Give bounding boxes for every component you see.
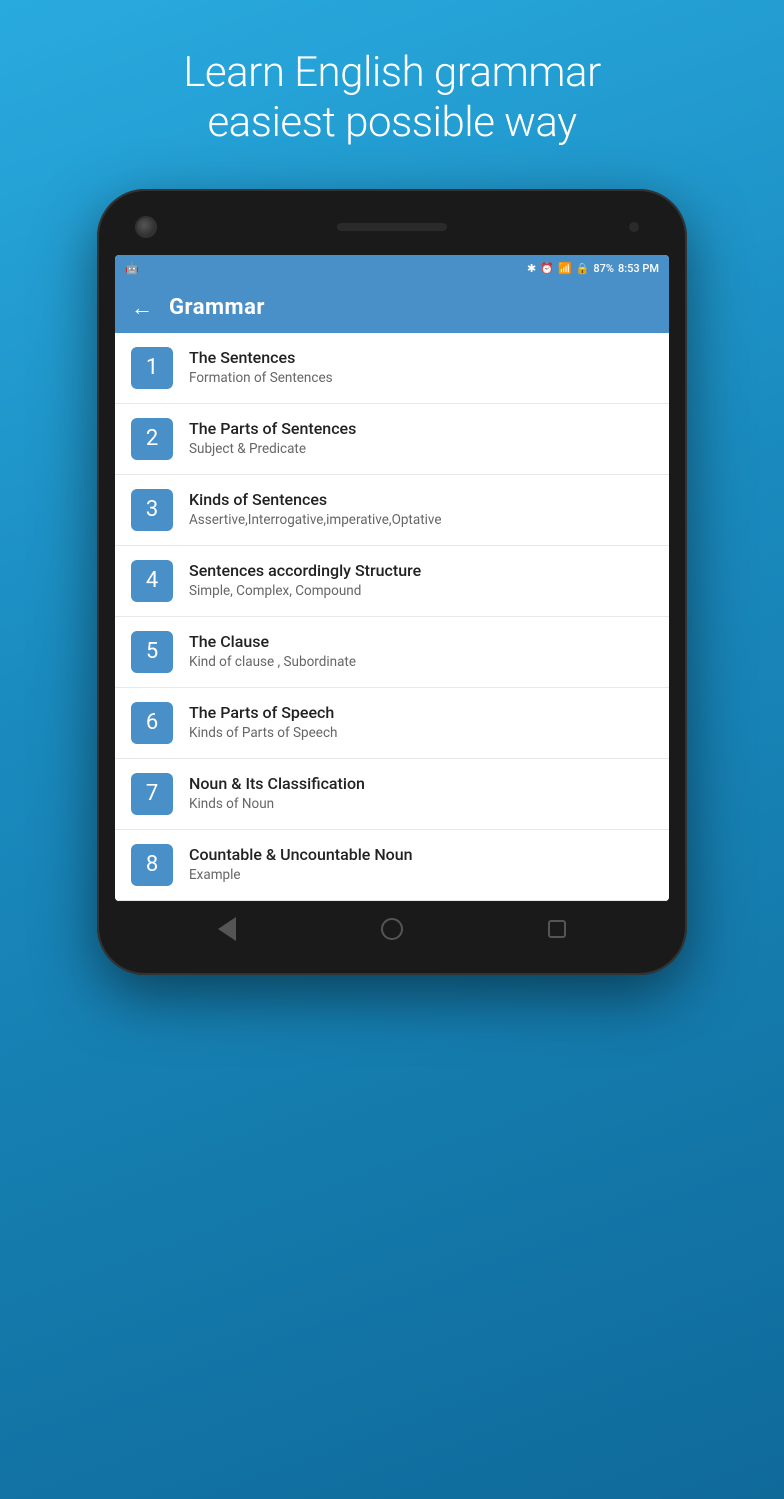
phone-speaker [337,223,447,231]
item-subtitle-4: Simple, Complex, Compound [189,583,421,601]
item-number-1: 1 [131,347,173,389]
status-bar: 🤖 ✱ ⏰ 📶 🔒 87% 8:53 PM [115,255,669,283]
phone-dot [629,222,639,232]
item-subtitle-2: Subject & Predicate [189,441,356,459]
hero-line1: Learn English grammar [183,48,600,97]
list-item[interactable]: 8 Countable & Uncountable Noun Example [115,830,669,901]
phone-bottom-nav [115,901,669,947]
app-title: Grammar [169,295,265,320]
list-item[interactable]: 7 Noun & Its Classification Kinds of Nou… [115,759,669,830]
signal-icon: 📶 [558,262,572,275]
item-text-7: Noun & Its Classification Kinds of Noun [189,774,365,814]
item-number-4: 4 [131,560,173,602]
android-status-icon: 🤖 [125,262,139,275]
item-text-6: The Parts of Speech Kinds of Parts of Sp… [189,703,337,743]
back-button[interactable]: ← [131,295,153,321]
phone-mockup: 🤖 ✱ ⏰ 📶 🔒 87% 8:53 PM ← Grammar 1 [97,189,687,975]
item-subtitle-6: Kinds of Parts of Speech [189,725,337,743]
phone-top-bar [115,213,669,241]
item-title-5: The Clause [189,632,356,651]
item-text-5: The Clause Kind of clause , Subordinate [189,632,356,672]
lock-icon: 🔒 [576,262,590,275]
item-text-8: Countable & Uncountable Noun Example [189,845,413,885]
alarm-icon: ⏰ [540,262,554,275]
list-item[interactable]: 1 The Sentences Formation of Sentences [115,333,669,404]
hero-line2: easiest possible way [207,98,576,147]
item-title-3: Kinds of Sentences [189,490,442,509]
status-right: ✱ ⏰ 📶 🔒 87% 8:53 PM [527,262,659,275]
nav-home-button[interactable] [378,915,406,943]
item-title-2: The Parts of Sentences [189,419,356,438]
time-display: 8:53 PM [618,262,659,275]
item-number-5: 5 [131,631,173,673]
phone-camera [135,216,157,238]
nav-recent-icon [548,920,566,938]
nav-recent-button[interactable] [543,915,571,943]
item-subtitle-1: Formation of Sentences [189,370,333,388]
list-item[interactable]: 4 Sentences accordingly Structure Simple… [115,546,669,617]
nav-back-button[interactable] [213,915,241,943]
item-title-7: Noun & Its Classification [189,774,365,793]
list-item[interactable]: 2 The Parts of Sentences Subject & Predi… [115,404,669,475]
grammar-list: 1 The Sentences Formation of Sentences 2… [115,333,669,901]
item-text-3: Kinds of Sentences Assertive,Interrogati… [189,490,442,530]
app-header: ← Grammar [115,283,669,333]
item-subtitle-3: Assertive,Interrogative,imperative,Optat… [189,512,442,530]
hero-text: Learn English grammar easiest possible w… [143,0,640,179]
phone-outer: 🤖 ✱ ⏰ 📶 🔒 87% 8:53 PM ← Grammar 1 [97,189,687,975]
item-title-4: Sentences accordingly Structure [189,561,421,580]
bluetooth-icon: ✱ [527,262,536,275]
status-left: 🤖 [125,262,139,275]
battery-level: 87% [593,262,614,275]
item-number-2: 2 [131,418,173,460]
item-number-6: 6 [131,702,173,744]
nav-back-icon [218,917,236,941]
item-number-3: 3 [131,489,173,531]
item-number-7: 7 [131,773,173,815]
item-text-2: The Parts of Sentences Subject & Predica… [189,419,356,459]
list-item[interactable]: 5 The Clause Kind of clause , Subordinat… [115,617,669,688]
nav-home-icon [381,918,403,940]
item-text-1: The Sentences Formation of Sentences [189,348,333,388]
item-title-1: The Sentences [189,348,333,367]
phone-screen: 🤖 ✱ ⏰ 📶 🔒 87% 8:53 PM ← Grammar 1 [115,255,669,901]
item-subtitle-8: Example [189,867,413,885]
list-item[interactable]: 3 Kinds of Sentences Assertive,Interroga… [115,475,669,546]
item-title-8: Countable & Uncountable Noun [189,845,413,864]
item-text-4: Sentences accordingly Structure Simple, … [189,561,421,601]
item-subtitle-5: Kind of clause , Subordinate [189,654,356,672]
item-subtitle-7: Kinds of Noun [189,796,365,814]
list-item[interactable]: 6 The Parts of Speech Kinds of Parts of … [115,688,669,759]
item-title-6: The Parts of Speech [189,703,337,722]
item-number-8: 8 [131,844,173,886]
